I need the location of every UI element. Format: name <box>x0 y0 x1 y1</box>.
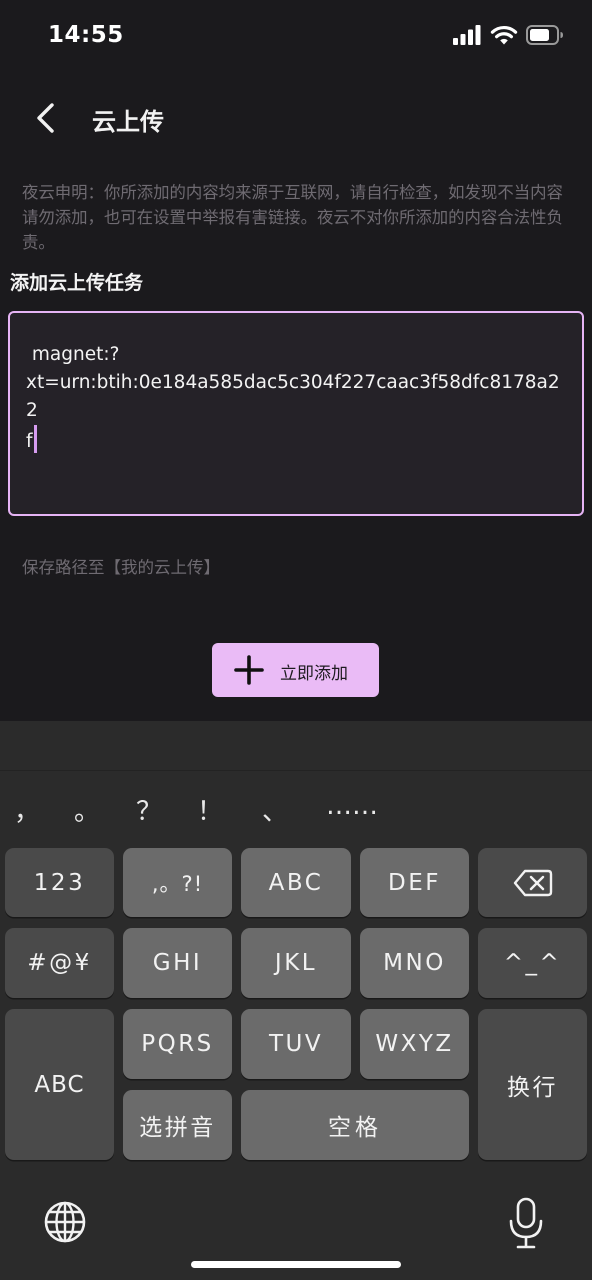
back-chevron-icon <box>37 103 54 133</box>
key-tuv[interactable]: TUV <box>241 1009 351 1079</box>
header: 云上传 <box>0 86 592 150</box>
globe-icon[interactable] <box>40 1197 90 1247</box>
wifi-icon <box>490 25 518 45</box>
save-path-text: 保存路径至【我的云上传】 <box>22 558 220 577</box>
back-button[interactable] <box>24 96 68 140</box>
punct-comma[interactable]: ， <box>14 791 40 828</box>
key-pqrs[interactable]: PQRS <box>123 1009 232 1079</box>
punctuation-row: ， 。 ？ ！ 、 …… <box>0 791 592 841</box>
add-now-label: 立即添加 <box>280 664 348 684</box>
home-indicator <box>191 1261 401 1268</box>
keyboard-bottom-bar <box>0 1181 592 1280</box>
task-url-input[interactable]: magnet:? xt=urn:btih:0e184a585dac5c304f2… <box>8 311 584 516</box>
text-caret <box>33 425 37 453</box>
key-ghi[interactable]: GHI <box>123 928 232 998</box>
section-title: 添加云上传任务 <box>10 272 144 294</box>
plus-icon <box>234 655 264 685</box>
key-abc[interactable]: ABC <box>241 848 351 917</box>
key-pinyin[interactable]: 选拼音 <box>123 1090 232 1160</box>
punct-enumeration-comma[interactable]: 、 <box>262 791 288 828</box>
key-def[interactable]: DEF <box>360 848 469 917</box>
disclaimer-text: 夜云申明：你所添加的内容均来源于互联网，请自行检查，如发现不当内容请勿添加，也可… <box>22 183 563 252</box>
punct-ellipsis[interactable]: …… <box>326 791 378 821</box>
key-wxyz[interactable]: WXYZ <box>360 1009 469 1079</box>
key-return[interactable]: 换行 <box>478 1009 587 1160</box>
status-time: 14:55 <box>48 22 124 48</box>
backspace-icon <box>513 869 552 896</box>
status-icons <box>452 24 564 46</box>
microphone-icon[interactable] <box>506 1195 546 1251</box>
status-bar: 14:55 <box>0 0 592 76</box>
signal-icon <box>453 25 481 45</box>
app-screen: 14:55 云上传 夜云申明：你所添加的内容均来源于互联网，请自行检查，如发现不… <box>0 0 592 1280</box>
keyboard: ， 。 ？ ！ 、 …… 123 ,。?! ABC DEF #@¥ GHI JK… <box>0 721 592 1280</box>
task-url-value: magnet:? xt=urn:btih:0e184a585dac5c304f2… <box>26 344 560 452</box>
key-123[interactable]: 123 <box>5 848 114 917</box>
key-mno[interactable]: MNO <box>360 928 469 998</box>
punct-exclamation[interactable]: ！ <box>197 791 223 828</box>
key-emoticon[interactable]: ^_^ <box>478 928 587 998</box>
punct-period[interactable]: 。 <box>74 791 100 828</box>
add-now-button[interactable]: 立即添加 <box>212 643 379 697</box>
key-symbols[interactable]: #@¥ <box>5 928 114 998</box>
keyboard-candidate-bar <box>0 721 592 771</box>
page-title: 云上传 <box>92 108 164 136</box>
key-jkl[interactable]: JKL <box>241 928 351 998</box>
key-abc-switch[interactable]: ABC <box>5 1009 114 1160</box>
key-backspace[interactable] <box>478 848 587 917</box>
key-space[interactable]: 空格 <box>241 1090 469 1160</box>
punct-question[interactable]: ？ <box>136 791 162 828</box>
battery-icon <box>526 25 563 45</box>
key-punctuation[interactable]: ,。?! <box>123 848 232 917</box>
